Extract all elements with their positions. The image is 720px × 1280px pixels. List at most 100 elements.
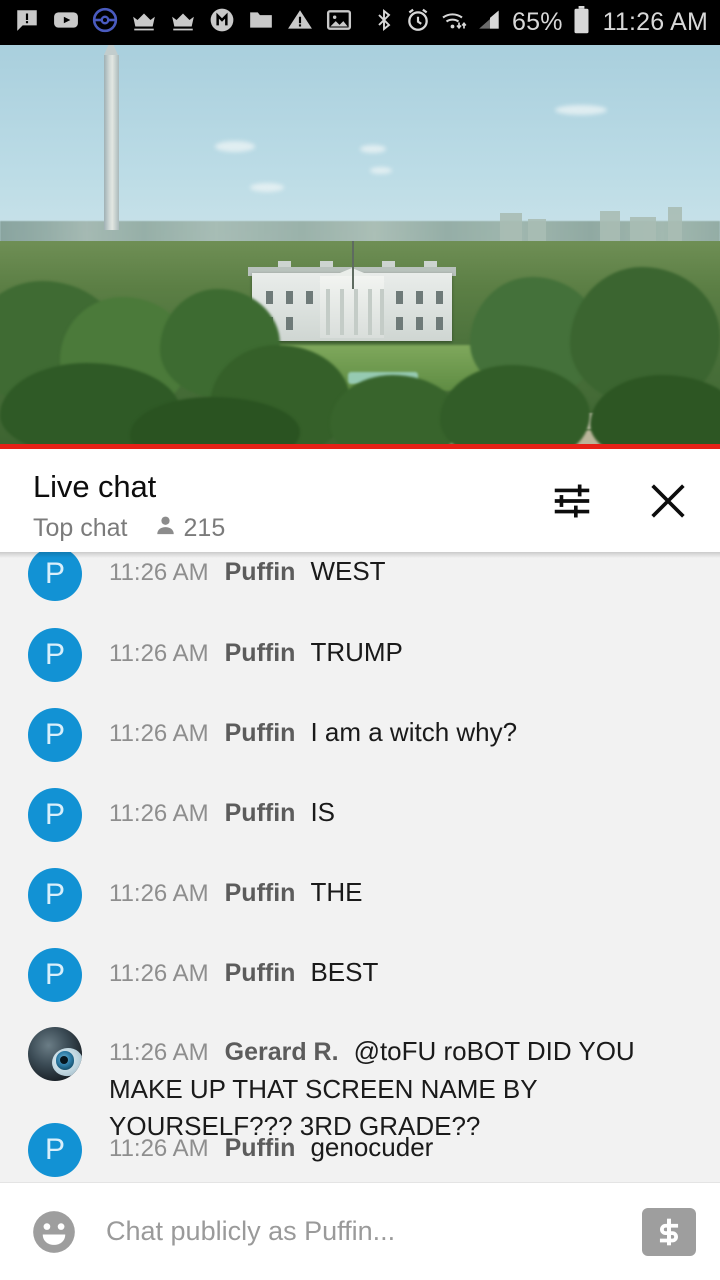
message-text: BEST — [310, 957, 379, 987]
chat-message-list[interactable]: P 11:26 AM Puffin WEST P 11:26 AM Puffin TRU… — [0, 552, 720, 1182]
white-house-window — [266, 291, 273, 304]
message-author[interactable]: Puffin — [225, 558, 296, 586]
message-timestamp: 11:26 AM — [109, 880, 209, 907]
cloud — [360, 145, 386, 153]
folder-icon — [248, 7, 274, 38]
live-video-player[interactable] — [0, 45, 720, 448]
live-chat-header: Live chat Top chat 215 — [0, 449, 720, 552]
city-building — [528, 219, 546, 243]
message-timestamp: 11:26 AM — [109, 1039, 209, 1066]
alarm-icon — [405, 7, 431, 38]
portico-column — [340, 289, 344, 335]
chat-message-row[interactable]: P 11:26 AM Puffin BEST — [0, 948, 720, 1002]
city-building — [630, 217, 656, 243]
chat-message-row[interactable]: P 11:26 AM Puffin I am a witch why? — [0, 708, 720, 762]
cloud — [215, 141, 255, 152]
dollar-sign-icon[interactable] — [642, 1207, 696, 1256]
chat-message-body: 11:26 AM Puffin THE — [109, 868, 362, 912]
message-timestamp: 11:26 AM — [109, 640, 209, 667]
portico-column — [380, 289, 384, 335]
cloud — [370, 167, 392, 174]
youtube-live-chat-screen: 65% 11:26 AM Live chat Top chat 215 P 11… — [0, 0, 720, 1280]
cloud — [555, 105, 607, 115]
person-icon — [154, 514, 177, 542]
status-bar-clock: 11:26 AM — [602, 8, 708, 36]
message-timestamp: 11:26 AM — [109, 960, 209, 987]
chat-message-row[interactable]: P 11:26 AM Puffin WEST — [0, 552, 720, 601]
crown-icon — [170, 7, 196, 38]
chat-input[interactable] — [106, 1216, 642, 1247]
avatar[interactable]: P — [28, 788, 82, 842]
white-house-window — [416, 317, 423, 330]
city-building — [600, 211, 620, 243]
chat-message-row[interactable]: P 11:26 AM Puffin TRUMP — [0, 628, 720, 682]
chat-message-body: 11:26 AM Puffin IS — [109, 788, 335, 832]
wifi-icon — [440, 7, 468, 38]
message-timestamp: 11:26 AM — [109, 720, 209, 747]
washington-monument — [104, 45, 119, 230]
pokeball-icon — [92, 7, 118, 38]
status-bar-system: 65% 11:26 AM — [372, 0, 708, 45]
message-text: WEST — [310, 556, 386, 586]
white-house-window — [286, 291, 293, 304]
chat-mode-label[interactable]: Top chat — [33, 513, 128, 543]
cloud — [250, 183, 284, 192]
chat-message-body: 11:26 AM Puffin WEST — [109, 552, 386, 591]
message-timestamp: 11:26 AM — [109, 559, 209, 586]
avatar[interactable]: P — [28, 948, 82, 1002]
crown-icon — [131, 7, 157, 38]
status-bar-notifications — [14, 7, 372, 38]
message-author[interactable]: Puffin — [225, 1134, 296, 1162]
avatar[interactable]: P — [28, 868, 82, 922]
chat-message-body: 11:26 AM Puffin BEST — [109, 948, 378, 992]
message-author[interactable]: Puffin — [225, 959, 296, 987]
chat-message-row[interactable]: P 11:26 AM Puffin THE — [0, 868, 720, 922]
viewer-count-group: 215 — [154, 513, 226, 543]
message-text: THE — [310, 877, 363, 907]
chat-input-bar — [0, 1182, 720, 1280]
close-icon[interactable] — [644, 477, 692, 525]
chat-header-titles: Live chat Top chat 215 — [33, 468, 225, 543]
settings-sliders-icon[interactable] — [548, 477, 596, 525]
message-text: I am a witch why? — [310, 717, 518, 747]
white-house-window — [396, 291, 403, 304]
avatar[interactable]: P — [28, 628, 82, 682]
white-house-window — [416, 291, 423, 304]
emoji-smiley-icon[interactable] — [28, 1206, 80, 1258]
message-text: TRUMP — [310, 637, 403, 667]
chat-message-body: 11:26 AM Puffin genocuder — [109, 1123, 433, 1167]
youtube-icon — [53, 7, 79, 38]
message-author[interactable]: Puffin — [225, 639, 296, 667]
message-author[interactable]: Gerard R. — [225, 1038, 339, 1066]
avatar[interactable]: P — [28, 708, 82, 762]
page-title: Live chat — [33, 469, 157, 504]
portico-column — [368, 289, 372, 335]
white-house-window — [286, 317, 293, 330]
battery-icon — [572, 6, 591, 39]
message-author[interactable]: Puffin — [225, 799, 296, 827]
chat-message-row[interactable]: P 11:26 AM Puffin IS — [0, 788, 720, 842]
message-author[interactable]: Puffin — [225, 719, 296, 747]
message-text: genocuder — [310, 1132, 434, 1162]
portico-column — [354, 289, 358, 335]
status-bar: 65% 11:26 AM — [0, 0, 720, 45]
avatar[interactable] — [28, 1027, 82, 1081]
white-house-window — [306, 291, 313, 304]
avatar[interactable]: P — [28, 552, 82, 601]
portico-column — [326, 289, 330, 335]
bluetooth-icon — [372, 7, 396, 38]
message-author[interactable]: Puffin — [225, 879, 296, 907]
image-icon — [326, 7, 352, 38]
message-timestamp: 11:26 AM — [109, 800, 209, 827]
avatar[interactable]: P — [28, 1123, 82, 1177]
chat-message-body: 11:26 AM Puffin I am a witch why? — [109, 708, 517, 752]
white-house-window — [436, 317, 443, 330]
chat-header-actions — [548, 477, 692, 525]
chat-message-row[interactable]: P 11:26 AM Puffin genocuder — [0, 1123, 720, 1177]
cellular-signal-icon — [477, 7, 503, 38]
city-building — [500, 213, 522, 243]
message-timestamp: 11:26 AM — [109, 1135, 209, 1162]
battery-percent: 65% — [511, 8, 563, 36]
warning-triangle-icon — [287, 7, 313, 38]
viewer-count: 215 — [183, 514, 226, 542]
